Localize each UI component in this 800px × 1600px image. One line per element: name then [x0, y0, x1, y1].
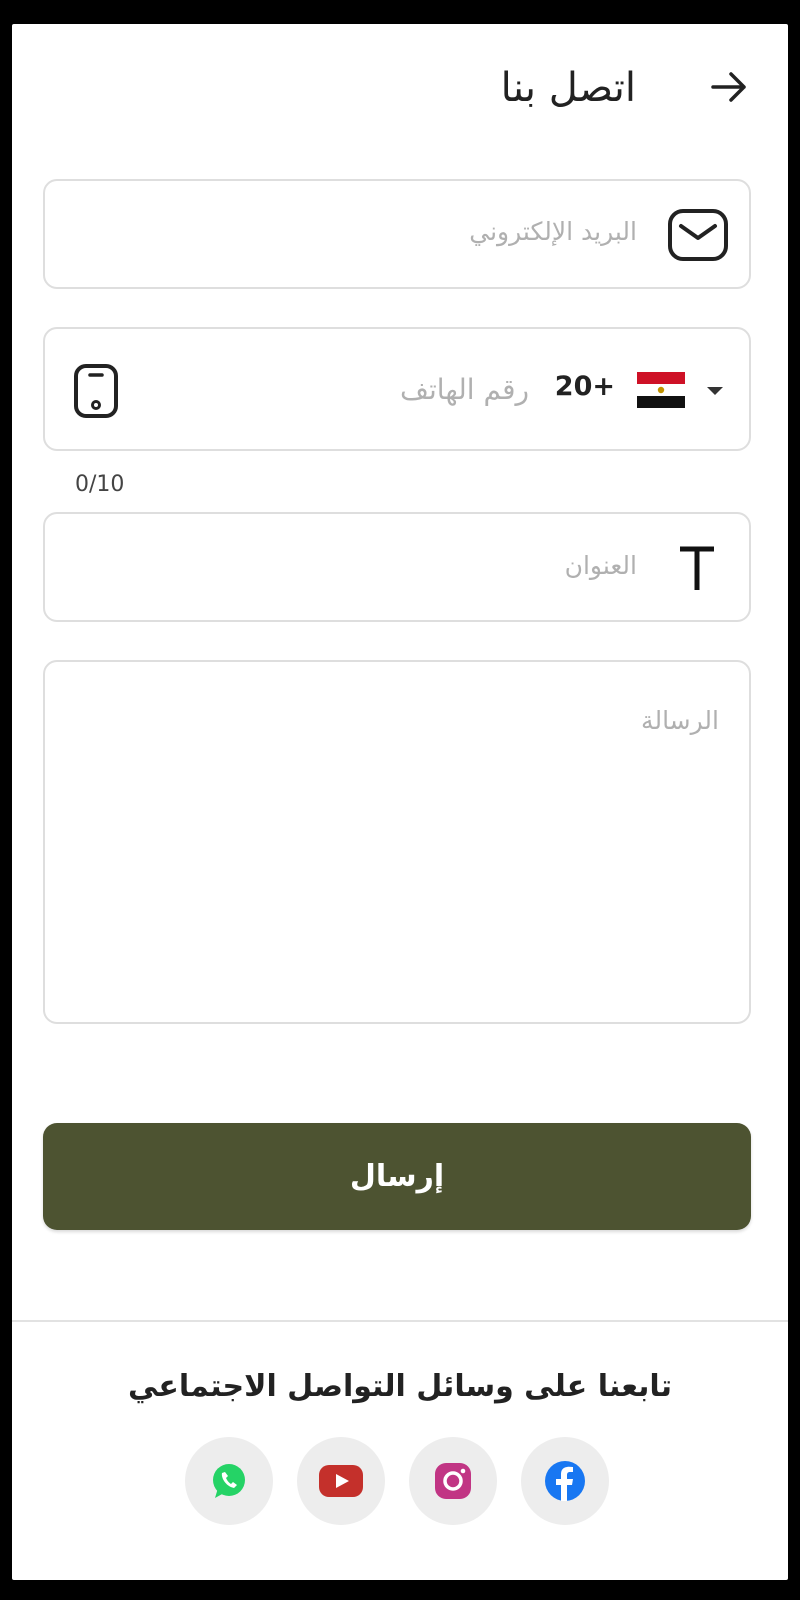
instagram-button[interactable] — [409, 1437, 497, 1525]
youtube-icon — [319, 1465, 363, 1497]
mobile-phone-icon — [71, 363, 121, 419]
email-placeholder: البريد الإلكتروني — [469, 217, 637, 246]
whatsapp-button[interactable] — [185, 1437, 273, 1525]
app-header: اتصل بنا — [12, 58, 788, 118]
section-divider — [12, 1320, 788, 1322]
submit-button[interactable]: إرسال — [43, 1123, 751, 1230]
instagram-icon — [435, 1463, 471, 1499]
facebook-button[interactable] — [521, 1437, 609, 1525]
email-field[interactable]: البريد الإلكتروني — [43, 179, 751, 289]
page-title: اتصل بنا — [500, 65, 636, 111]
arrow-right-icon — [711, 72, 746, 102]
youtube-button[interactable] — [297, 1437, 385, 1525]
chevron-down-icon — [707, 387, 723, 395]
facebook-icon — [545, 1461, 585, 1501]
phone-field[interactable]: 20+ رقم الهاتف — [43, 327, 751, 451]
back-button[interactable] — [706, 64, 752, 110]
message-textarea[interactable]: الرسالة — [43, 660, 751, 1024]
social-links — [185, 1437, 609, 1525]
whatsapp-icon — [213, 1464, 245, 1498]
subject-placeholder: العنوان — [564, 551, 637, 580]
contact-screen: اتصل بنا البريد الإلكتروني 20+ رقم الهات… — [12, 24, 788, 1580]
subject-field[interactable]: العنوان — [43, 512, 751, 622]
phone-char-counter: 0/10 — [75, 472, 125, 497]
country-code: 20+ — [554, 371, 615, 402]
country-dropdown[interactable]: 20+ — [535, 365, 725, 415]
text-t-icon — [675, 542, 719, 594]
message-placeholder: الرسالة — [641, 706, 719, 735]
egypt-flag-icon — [637, 372, 685, 408]
social-heading: تابعنا على وسائل التواصل الاجتماعي — [128, 1369, 672, 1404]
phone-placeholder: رقم الهاتف — [400, 373, 529, 406]
envelope-icon — [667, 207, 729, 263]
